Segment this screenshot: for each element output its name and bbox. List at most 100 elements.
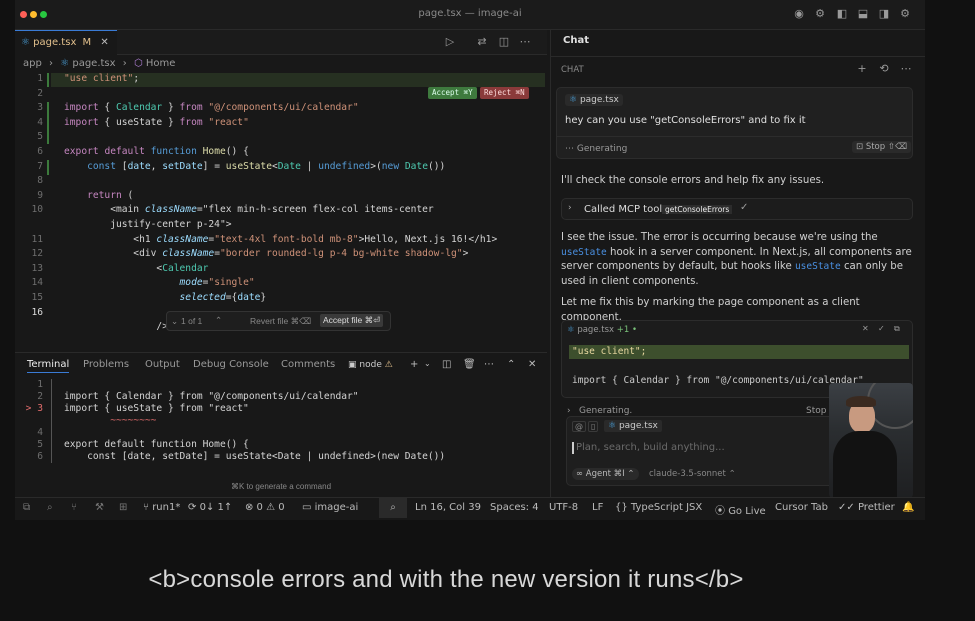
code-line: <h1 className="text-4xl font-bold mb-8">… bbox=[64, 233, 498, 245]
line-number: 4 bbox=[37, 116, 43, 128]
line-number: 9 bbox=[37, 189, 43, 201]
sidebar-right-toggle-icon[interactable]: ◨ bbox=[877, 7, 891, 21]
new-chat-icon[interactable]: + bbox=[855, 62, 869, 76]
more-actions-icon[interactable]: ⋯ bbox=[484, 359, 494, 370]
line-number: 6 bbox=[37, 146, 43, 157]
context-file-name: page.tsx bbox=[579, 95, 619, 105]
reject-edit-icon[interactable]: ✕ bbox=[862, 324, 869, 333]
terminal-selector[interactable]: ▣ node ⚠ bbox=[348, 360, 393, 370]
branch-indicator[interactable]: ⑂ run1* bbox=[143, 502, 180, 513]
stop-button[interactable]: ⊡ Stop ⇧⌫ bbox=[852, 141, 911, 153]
breadcrumb-item-file[interactable]: page.tsx bbox=[72, 58, 115, 69]
revert-file-button[interactable]: Revert file ⌘⌫ bbox=[250, 316, 311, 327]
settings-icon[interactable]: ⚙ bbox=[813, 7, 827, 21]
folder-icon: ▭ bbox=[302, 502, 312, 513]
split-terminal-icon[interactable]: ◫ bbox=[442, 359, 451, 370]
open-diff-icon[interactable]: ⧉ bbox=[894, 324, 900, 334]
book-icon[interactable]: ▯ bbox=[588, 421, 599, 432]
user-message-card[interactable]: ⚛ page.tsx hey can you use "getConsoleEr… bbox=[556, 87, 913, 159]
language-mode[interactable]: {} TypeScript JSX bbox=[615, 502, 702, 513]
chevron-up-icon[interactable]: ⌃ bbox=[215, 315, 222, 326]
close-panel-icon[interactable]: ✕ bbox=[528, 359, 536, 370]
source-control-icon[interactable]: ⑂ bbox=[71, 502, 77, 513]
trash-icon[interactable]: 🗑 bbox=[463, 359, 476, 370]
line-number: 1 bbox=[37, 73, 43, 84]
debug-icon[interactable]: ⚒ bbox=[95, 502, 104, 513]
prettier-status[interactable]: ✓✓ Prettier bbox=[838, 502, 895, 513]
breadcrumb-item-function[interactable]: Home bbox=[146, 58, 176, 69]
accept-edit-icon[interactable]: ✓ bbox=[878, 324, 885, 333]
maximize-panel-icon[interactable]: ⌃ bbox=[507, 359, 515, 370]
editor-tab-bar: ⚛ page.tsx M ✕ ▷ ⇄ ◫ ⋯ bbox=[15, 30, 547, 55]
encoding[interactable]: UTF-8 bbox=[549, 502, 578, 513]
cursor-position[interactable]: Ln 16, Col 39 bbox=[415, 502, 481, 513]
stop-label: Stop ⇧⌫ bbox=[865, 142, 907, 152]
terminal-line: import { useState } from "react" bbox=[64, 403, 249, 414]
breadcrumb-item-app[interactable]: app bbox=[23, 58, 42, 69]
indentation[interactable]: Spaces: 4 bbox=[490, 502, 539, 513]
stop-button-2[interactable]: Stop bbox=[806, 406, 826, 416]
more-actions-icon[interactable]: ⋯ bbox=[899, 62, 913, 76]
tab-terminal[interactable]: Terminal bbox=[27, 359, 70, 373]
problems-indicator[interactable]: ⊗ 0 ⚠ 0 bbox=[245, 502, 285, 513]
history-icon[interactable]: ⟲ bbox=[877, 62, 891, 76]
workspace-indicator[interactable]: ▭ image-ai bbox=[302, 502, 358, 513]
tab-problems[interactable]: Problems bbox=[83, 359, 129, 370]
context-file-chip[interactable]: ⚛ page.tsx bbox=[604, 420, 662, 432]
terminal-gutter bbox=[51, 451, 52, 463]
terminal-line: import { Calendar } from "@/components/u… bbox=[64, 391, 359, 402]
infinity-icon: ∞ bbox=[576, 469, 584, 479]
accept-change-button[interactable]: Accept ⌘Y bbox=[428, 87, 477, 99]
context-file-chip[interactable]: ⚛ page.tsx bbox=[565, 94, 623, 106]
terminal-line-number: > 3 bbox=[25, 403, 43, 414]
accept-file-button[interactable]: Accept file ⌘⏎ bbox=[320, 314, 384, 327]
go-live-label: Go Live bbox=[728, 506, 766, 517]
go-live-button[interactable]: ⦿ Go Live bbox=[715, 502, 766, 517]
warning-icon: ⚠ bbox=[384, 360, 393, 370]
inline-code-useState: useState bbox=[794, 261, 841, 273]
chat-header-tab[interactable]: Chat bbox=[563, 35, 589, 46]
extensions-icon[interactable]: ⊞ bbox=[119, 502, 127, 513]
reply2-part-a: I see the issue. The error is occurring … bbox=[561, 232, 878, 243]
code-line: export default function Home() { bbox=[64, 146, 249, 157]
sidebar-left-toggle-icon[interactable]: ◧ bbox=[835, 7, 849, 21]
new-terminal-icon[interactable]: + bbox=[410, 359, 418, 370]
close-icon[interactable]: ✕ bbox=[100, 37, 108, 48]
search-icon[interactable]: ⌕ bbox=[47, 502, 53, 513]
compare-icon[interactable]: ⇄ bbox=[475, 35, 489, 49]
agent-mode-selector[interactable]: ∞ Agent ⌘I ⌃ bbox=[572, 468, 639, 480]
mcp-tool-call[interactable]: › Called MCP tool getConsoleErrors ✓ bbox=[561, 198, 913, 220]
account-icon[interactable]: ◉ bbox=[792, 7, 806, 21]
chat-input-placeholder: Plan, search, build anything... bbox=[576, 442, 725, 453]
chevron-down-icon[interactable]: ⌄ bbox=[171, 316, 178, 327]
terminal-line-number: 1 bbox=[37, 379, 43, 390]
panel-tab-bar: Terminal Problems Output Debug Console C… bbox=[15, 352, 547, 378]
chat-input-box[interactable]: @ ▯ ⚛ page.tsx Plan, search, build anyth… bbox=[566, 416, 846, 486]
panel-toggle-icon[interactable]: ⬓ bbox=[856, 7, 870, 21]
terminal-line: const [date, setDate] = useState<Date | … bbox=[64, 451, 446, 462]
diff-counter: 1 of 1 bbox=[181, 316, 203, 326]
tab-debug-console[interactable]: Debug Console bbox=[193, 359, 269, 370]
tab-page-tsx[interactable]: ⚛ page.tsx M ✕ bbox=[15, 30, 117, 55]
tab-comments[interactable]: Comments bbox=[281, 359, 335, 370]
gear-icon[interactable]: ⚙ bbox=[898, 7, 912, 21]
reject-change-button[interactable]: Reject ⌘N bbox=[480, 87, 529, 99]
terminal-gutter bbox=[51, 427, 52, 439]
more-actions-icon[interactable]: ⋯ bbox=[518, 35, 532, 49]
run-icon[interactable]: ▷ bbox=[443, 35, 457, 49]
tab-output[interactable]: Output bbox=[145, 359, 180, 370]
cursor-tab-toggle[interactable]: Cursor Tab bbox=[775, 502, 828, 513]
chevron-down-icon[interactable]: ⌄ bbox=[424, 359, 431, 368]
copy-icon[interactable]: ⧉ bbox=[23, 502, 30, 513]
person-hair bbox=[846, 396, 876, 407]
mention-icon[interactable]: @ bbox=[572, 421, 586, 432]
model-selector[interactable]: claude-3.5-sonnet ⌃ bbox=[649, 469, 736, 479]
line-number: 15 bbox=[31, 292, 43, 303]
line-ending[interactable]: LF bbox=[592, 502, 603, 513]
spinner-icon: ⋯ bbox=[565, 144, 574, 154]
notifications-icon[interactable]: 🔔 bbox=[902, 502, 914, 513]
chat-section-label: CHAT bbox=[561, 65, 584, 75]
zoom-icon[interactable]: ⌕ bbox=[379, 498, 407, 518]
split-editor-icon[interactable]: ◫ bbox=[497, 35, 511, 49]
sync-indicator[interactable]: ⟳ 0↓ 1↑ bbox=[188, 502, 232, 513]
